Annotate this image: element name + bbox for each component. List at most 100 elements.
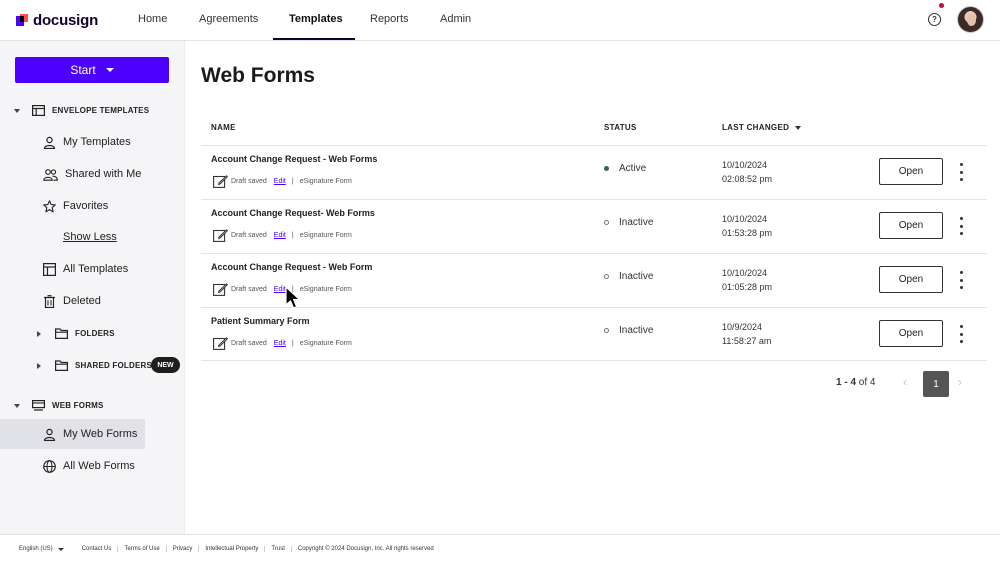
chevron-left-icon[interactable]: ‹ <box>903 375 907 389</box>
status-indicator: Active <box>604 163 646 174</box>
more-options-icon[interactable] <box>956 271 966 289</box>
copyright: Copyright © 2024 Docusign, Inc. All righ… <box>290 546 434 552</box>
sidebar-item-my-templates[interactable]: My Templates <box>0 127 185 157</box>
footer-link-trust[interactable]: Trust <box>264 546 290 552</box>
start-button[interactable]: Start <box>15 57 169 83</box>
column-header-status: STATUS <box>604 123 637 132</box>
table-row: Account Change Request - Web Form Draft … <box>201 253 987 307</box>
envelope-templates-label: ENVELOPE TEMPLATES <box>52 106 150 115</box>
sidebar-item-all-web-forms[interactable]: All Web Forms <box>0 451 185 481</box>
page-title: Web Forms <box>201 64 315 87</box>
draft-status: Draft saved <box>231 232 267 239</box>
nav-home[interactable]: Home <box>138 13 167 25</box>
language-label: English (US) <box>19 546 53 552</box>
inactive-status-dot <box>604 274 609 279</box>
folder-icon <box>55 360 68 371</box>
chevron-down-icon <box>57 547 64 551</box>
nav-reports[interactable]: Reports <box>370 13 409 25</box>
form-name: Account Change Request - Web Form <box>211 262 373 272</box>
form-meta: Draft saved Edit | eSignature Form <box>213 283 352 296</box>
form-name: Patient Summary Form <box>211 316 310 326</box>
edit-note-icon <box>213 175 228 188</box>
nav-agreements[interactable]: Agreements <box>199 13 258 25</box>
sidebar-item-label: Deleted <box>63 295 101 307</box>
status-text: Active <box>619 163 647 174</box>
template-grid-icon <box>43 262 56 276</box>
form-type: eSignature Form <box>299 340 352 347</box>
star-icon <box>43 199 56 212</box>
trash-icon <box>44 294 55 308</box>
separator: | <box>291 340 294 347</box>
form-type: eSignature Form <box>299 232 352 239</box>
edit-link[interactable]: Edit <box>274 340 286 347</box>
sidebar-item-favorites[interactable]: Favorites <box>0 191 185 221</box>
mouse-cursor-icon <box>285 286 301 309</box>
caret-down-icon <box>14 108 20 113</box>
help-circle-icon[interactable]: ? <box>928 13 941 26</box>
open-button[interactable]: Open <box>879 212 943 239</box>
sidebar-item-all-templates[interactable]: All Templates <box>0 254 185 284</box>
web-form-icon <box>32 400 45 411</box>
language-selector[interactable]: English (US) <box>19 546 64 552</box>
sidebar-item-label: My Web Forms <box>63 428 138 440</box>
changed-time: 01:53:28 pm <box>722 228 773 238</box>
changed-time: 02:08:52 pm <box>722 174 773 184</box>
sidebar-item-deleted[interactable]: Deleted <box>0 286 185 316</box>
show-less-link[interactable]: Show Less <box>63 231 117 243</box>
status-text: Inactive <box>619 271 654 282</box>
more-options-icon[interactable] <box>956 325 966 343</box>
nav-admin[interactable]: Admin <box>440 13 471 25</box>
separator: | <box>291 178 294 185</box>
logo-text: docusign <box>33 12 99 29</box>
edit-link[interactable]: Edit <box>274 178 286 185</box>
envelope-templates-section[interactable]: ENVELOPE TEMPLATES <box>14 105 149 116</box>
folders-section[interactable]: FOLDERS <box>37 328 115 339</box>
draft-status: Draft saved <box>231 286 267 293</box>
nav-templates[interactable]: Templates <box>289 13 343 25</box>
sidebar-item-my-web-forms[interactable]: My Web Forms <box>0 419 145 449</box>
active-status-dot <box>604 166 609 171</box>
open-button[interactable]: Open <box>879 158 943 185</box>
edit-link[interactable]: Edit <box>274 232 286 239</box>
open-button[interactable]: Open <box>879 320 943 347</box>
person-icon <box>43 428 56 441</box>
draft-status: Draft saved <box>231 340 267 347</box>
docusign-logo[interactable]: docusign <box>16 12 98 29</box>
footer-link-privacy[interactable]: Privacy <box>165 546 199 552</box>
web-forms-section[interactable]: WEB FORMS <box>14 400 104 411</box>
shared-folders-section[interactable]: SHARED FOLDERS <box>37 360 152 371</box>
shared-folders-label: SHARED FOLDERS <box>75 361 153 370</box>
footer-link-contact[interactable]: Contact Us <box>76 546 118 552</box>
footer: English (US) Contact Us Terms of Use Pri… <box>0 534 1000 563</box>
draft-status: Draft saved <box>231 178 267 185</box>
form-meta: Draft saved Edit | eSignature Form <box>213 337 352 350</box>
form-meta: Draft saved Edit | eSignature Form <box>213 175 352 188</box>
more-options-icon[interactable] <box>956 163 966 181</box>
sidebar-item-label: My Templates <box>63 136 131 148</box>
pagination-total: of 4 <box>858 377 876 388</box>
form-type: eSignature Form <box>299 286 352 293</box>
more-options-icon[interactable] <box>956 217 966 235</box>
separator: | <box>291 232 294 239</box>
footer-link-terms[interactable]: Terms of Use <box>117 546 165 552</box>
notification-dot <box>939 3 944 8</box>
column-header-last-changed[interactable]: LAST CHANGED <box>722 123 802 132</box>
pagination-count: 1 - 4 of 4 <box>836 377 875 388</box>
chevron-right-icon[interactable]: › <box>958 375 962 389</box>
form-name: Account Change Request - Web Forms <box>211 154 378 164</box>
changed-date: 10/10/2024 <box>722 214 768 224</box>
footer-link-ip[interactable]: Intellectual Property <box>198 546 264 552</box>
page-button-current[interactable]: 1 <box>923 371 949 397</box>
changed-time: 01:05:28 pm <box>722 282 773 292</box>
person-icon <box>43 136 56 149</box>
changed-date: 10/9/2024 <box>722 322 763 332</box>
sidebar-item-shared-with-me[interactable]: Shared with Me <box>0 159 185 189</box>
last-changed: 10/10/2024 01:53:28 pm <box>722 212 772 240</box>
sidebar-item-label: Shared with Me <box>65 168 142 180</box>
caret-down-icon <box>14 403 20 408</box>
new-badge: NEW <box>151 357 180 373</box>
avatar[interactable] <box>957 6 984 33</box>
open-button[interactable]: Open <box>879 266 943 293</box>
caret-right-icon <box>37 330 41 337</box>
folder-icon <box>55 328 68 339</box>
